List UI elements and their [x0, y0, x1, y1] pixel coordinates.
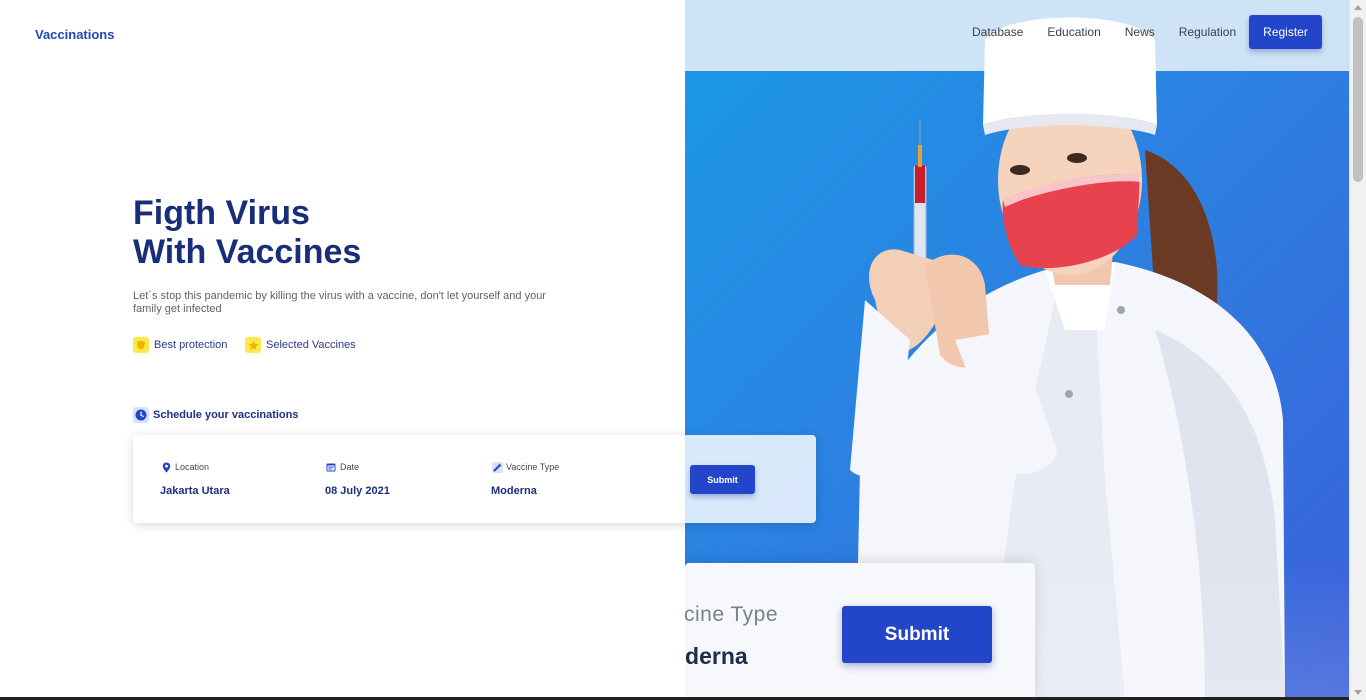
nav-link-regulation[interactable]: Regulation	[1179, 25, 1236, 39]
feature-label: Selected Vaccines	[266, 339, 356, 351]
date-label-row: Date	[325, 461, 390, 473]
scroll-down-arrow-icon[interactable]	[1354, 690, 1362, 695]
calendar-icon	[325, 461, 337, 473]
headline-line-1: Figth Virus	[133, 194, 310, 232]
schedule-form: Location Jakarta Utara Date 08 July 2021…	[133, 435, 816, 523]
vaccine-type-value[interactable]: Moderna	[491, 485, 559, 497]
feature-selected-vaccines: Selected Vaccines	[245, 337, 356, 353]
nav-link-education[interactable]: Education	[1047, 25, 1100, 39]
main-nav: Database Education News Regulation	[972, 25, 1260, 39]
feature-best-protection: Best protection	[133, 337, 227, 353]
date-value[interactable]: 08 July 2021	[325, 485, 390, 497]
hero-subtext: Let´s stop this pandemic by killing the …	[133, 290, 546, 315]
vaccine-type-label: Vaccine Type	[506, 462, 560, 472]
schedule-heading: Schedule your vaccinations	[133, 407, 299, 423]
page-scrollbar[interactable]	[1349, 0, 1366, 700]
date-label: Date	[340, 462, 360, 472]
date-field[interactable]: Date 08 July 2021	[325, 461, 390, 497]
schedule-title: Schedule your vaccinations	[153, 409, 299, 421]
syringe-icon	[491, 461, 503, 473]
submit-button[interactable]: Submit	[690, 465, 755, 494]
vaccine-type-label-row: Vaccine Type	[491, 461, 559, 473]
location-label-row: Location	[160, 461, 230, 473]
brand-logo[interactable]: Vaccinations	[35, 27, 114, 42]
shield-icon	[133, 337, 149, 353]
location-field[interactable]: Location Jakarta Utara	[160, 461, 230, 497]
hero-image-form-detail: ccine Type oderna Submit	[685, 563, 1035, 700]
nav-link-database[interactable]: Database	[972, 25, 1023, 39]
hero-image-vaccine-type-label: ccine Type	[685, 603, 779, 626]
scroll-up-arrow-icon[interactable]	[1354, 5, 1362, 10]
feature-label: Best protection	[154, 339, 228, 351]
register-button[interactable]: Register	[1249, 15, 1322, 49]
location-label: Location	[175, 462, 210, 472]
location-pin-icon	[160, 461, 172, 473]
clock-icon	[133, 407, 149, 423]
page-title: Figth Virus With Vaccines	[133, 194, 361, 272]
star-icon	[245, 337, 261, 353]
hero-image-submit-graphic: Submit	[842, 606, 992, 663]
hero-image-vaccine-type-value: oderna	[685, 643, 748, 669]
hero-image-panel: ccine Type oderna Submit	[685, 0, 1349, 700]
location-value[interactable]: Jakarta Utara	[160, 485, 230, 497]
scrollbar-thumb[interactable]	[1353, 17, 1363, 182]
nav-link-news[interactable]: News	[1125, 25, 1155, 39]
headline-line-2: With Vaccines	[133, 233, 362, 271]
vaccine-type-field[interactable]: Vaccine Type Moderna	[491, 461, 559, 497]
